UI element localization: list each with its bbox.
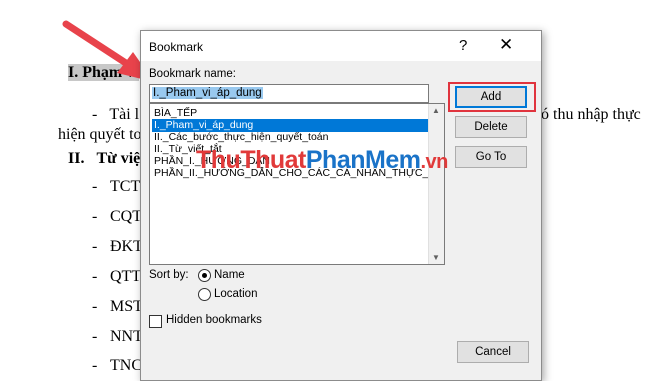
dialog-titlebar[interactable]: Bookmark ? ✕	[141, 31, 541, 61]
document-bullet-marker: -	[92, 328, 98, 345]
document-bullet-marker: -	[92, 298, 98, 315]
delete-button[interactable]: Delete	[455, 116, 527, 138]
goto-button[interactable]: Go To	[455, 146, 527, 168]
document-bullet-text: NNT	[110, 328, 143, 345]
document-paragraph-line2: hiện quyết to	[58, 126, 142, 143]
sort-by-label: Sort by:	[149, 269, 189, 281]
document-bullet-text: ĐKT	[110, 238, 143, 255]
document-bullet-marker: -	[92, 178, 98, 195]
bookmark-name-input[interactable]: I._Pham_vi_áp_dung	[149, 84, 429, 103]
document-bullet-text: QTT	[110, 268, 142, 285]
add-button[interactable]: Add	[455, 86, 527, 108]
scroll-down-icon[interactable]: ▼	[432, 253, 440, 262]
document-heading-2: II. Từ việ	[68, 150, 141, 167]
document-bullet-text: CQT	[110, 208, 142, 225]
document-bullet-text: TNC	[110, 357, 142, 374]
sort-name-radio[interactable]	[198, 269, 211, 282]
document-bullet-marker: -	[92, 208, 98, 225]
help-button[interactable]: ?	[459, 37, 467, 54]
document-heading-1: I. Phạm vi	[68, 64, 139, 81]
scroll-up-icon[interactable]: ▲	[432, 106, 440, 115]
bookmark-name-value: I._Pham_vi_áp_dung	[152, 87, 263, 99]
site-watermark: ThuThuatPhanMem.vn	[196, 146, 448, 174]
bookmark-list[interactable]: BÌA_TẾP I._Pham_vi_áp_dung II._Các_bước_th…	[149, 103, 445, 265]
sort-name-label: Name	[214, 269, 245, 281]
bookmark-name-label: Bookmark name:	[149, 68, 236, 80]
list-scrollbar[interactable]: ▲ ▼	[428, 104, 444, 264]
document-bullet-text: TCT	[110, 178, 141, 195]
sort-location-radio[interactable]	[198, 288, 211, 301]
document-bullet-text: MST	[110, 298, 143, 315]
document-paragraph-right: ó thu nhập thực	[541, 106, 641, 123]
bookmark-dialog: Bookmark ? ✕ Bookmark name: I._Pham_vi_á…	[140, 30, 542, 381]
dialog-title: Bookmark	[149, 40, 204, 54]
hidden-bookmarks-checkbox[interactable]	[149, 315, 162, 328]
close-icon[interactable]: ✕	[499, 35, 513, 55]
hidden-bookmarks-label: Hidden bookmarks	[166, 314, 262, 326]
sort-location-label: Location	[214, 288, 258, 300]
cancel-button[interactable]: Cancel	[457, 341, 529, 363]
document-bullet-marker: -	[92, 268, 98, 285]
document-paragraph: - Tài l	[92, 106, 140, 123]
document-bullet-marker: -	[92, 357, 98, 374]
document-bullet-marker: -	[92, 238, 98, 255]
